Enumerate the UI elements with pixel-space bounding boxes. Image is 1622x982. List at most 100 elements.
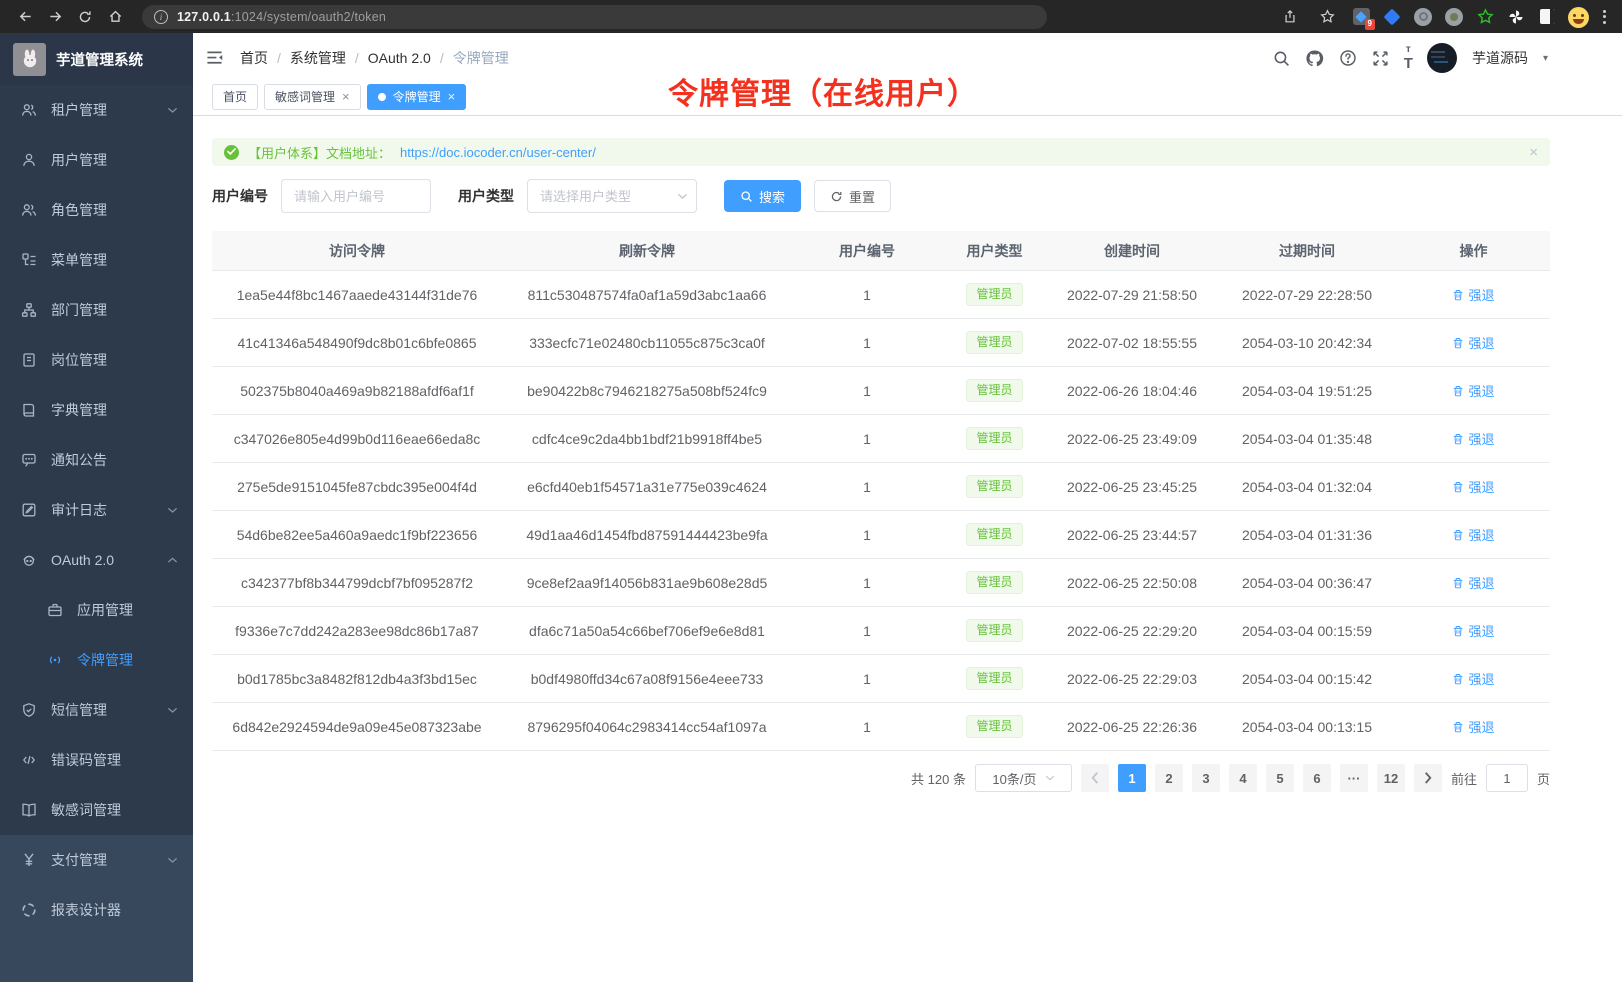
table-row: 41c41346a548490f9dc8b01c6bfe0865 333ecfc… [212, 319, 1550, 367]
force-logout-button[interactable]: 强退 [1452, 621, 1494, 640]
back-icon[interactable] [12, 4, 38, 30]
sidebar-item-announcements[interactable]: 通知公告 [0, 435, 193, 485]
page-button-2[interactable]: 2 [1155, 764, 1183, 792]
page-button-6[interactable]: 6 [1303, 764, 1331, 792]
profile-avatar-icon[interactable] [1568, 7, 1588, 27]
reset-button[interactable]: 重置 [814, 180, 891, 212]
force-logout-button[interactable]: 强退 [1452, 669, 1494, 688]
forward-icon[interactable] [42, 4, 68, 30]
col-user-id: 用户编号 [792, 241, 942, 261]
tab-token-management[interactable]: 令牌管理× [367, 84, 467, 110]
force-logout-button[interactable]: 强退 [1452, 477, 1494, 496]
extension-green-star-icon[interactable] [1475, 7, 1495, 27]
sidebar-collapse-icon[interactable] [206, 50, 223, 65]
force-logout-button[interactable]: 强退 [1452, 717, 1494, 736]
help-icon[interactable] [1339, 49, 1357, 67]
breadcrumb-current: 令牌管理 [453, 48, 509, 68]
active-tab-dot [378, 93, 386, 101]
sidebar-item-departments[interactable]: 部门管理 [0, 285, 193, 335]
audit-log-icon [21, 502, 37, 518]
reload-icon[interactable] [72, 4, 98, 30]
page-button-4[interactable]: 4 [1229, 764, 1257, 792]
extension-circle-icon[interactable] [1413, 7, 1433, 27]
page-info-icon[interactable]: i [154, 10, 168, 24]
sidebar-item-error-codes[interactable]: 错误码管理 [0, 735, 193, 785]
expire-time-cell: 2054-03-04 01:31:36 [1217, 527, 1397, 543]
created-time-cell: 2022-06-25 22:29:03 [1047, 671, 1217, 687]
extension-gem-icon[interactable] [1382, 7, 1402, 27]
more-pages-button[interactable]: ··· [1340, 764, 1368, 792]
user-type-select[interactable] [527, 179, 697, 213]
sidebar-item-oauth[interactable]: OAuth 2.0 [0, 535, 193, 585]
extension-tag-manager-icon[interactable]: 9 [1351, 7, 1371, 27]
sidebar-item-sensitive-words[interactable]: 敏感词管理 [0, 785, 193, 835]
tab-close-icon[interactable]: × [448, 90, 456, 103]
prev-page-button[interactable] [1081, 764, 1109, 792]
user-id-cell: 1 [792, 623, 942, 639]
force-logout-button[interactable]: 强退 [1452, 429, 1494, 448]
sidebar-item-dictionary[interactable]: 字典管理 [0, 385, 193, 435]
bookmark-star-icon[interactable] [1314, 4, 1340, 30]
post-icon [21, 352, 37, 368]
breadcrumb-home[interactable]: 首页 [240, 48, 268, 68]
sidebar-menu-bottom: 支付管理 报表设计器 [0, 835, 193, 982]
sidebar-item-label: 部门管理 [51, 300, 107, 320]
browser-chrome: i 127.0.0.1:1024/system/oauth2/token 9 [0, 0, 1622, 33]
browser-menu-icon[interactable] [1599, 10, 1610, 24]
refresh-token-cell: 8796295f04064c2983414cc54af1097a [502, 719, 792, 735]
sidebar-item-applications[interactable]: 应用管理 [0, 585, 193, 635]
error-code-icon [21, 752, 37, 768]
sidebar-item-report-designer[interactable]: 报表设计器 [0, 885, 193, 935]
tab-home[interactable]: 首页 [212, 84, 258, 110]
fullscreen-icon[interactable] [1372, 50, 1389, 67]
sidebar-item-menus[interactable]: 菜单管理 [0, 235, 193, 285]
search-icon[interactable] [1273, 50, 1290, 67]
next-page-button[interactable] [1414, 764, 1442, 792]
sidebar-item-posts[interactable]: 岗位管理 [0, 335, 193, 385]
force-logout-button[interactable]: 强退 [1452, 381, 1494, 400]
page-button-12[interactable]: 12 [1377, 764, 1405, 792]
font-size-icon[interactable]: тT [1404, 44, 1412, 72]
page-button-5[interactable]: 5 [1266, 764, 1294, 792]
app-logo-row[interactable]: 芋道管理系统 [0, 33, 193, 85]
expire-time-cell: 2054-03-04 00:13:15 [1217, 719, 1397, 735]
url-bar[interactable]: i 127.0.0.1:1024/system/oauth2/token [142, 5, 1047, 29]
sidebar-item-audit-log[interactable]: 审计日志 [0, 485, 193, 535]
user-id-input[interactable] [281, 179, 431, 213]
page-button-3[interactable]: 3 [1192, 764, 1220, 792]
username-label[interactable]: 芋道源码 [1472, 48, 1528, 68]
share-icon[interactable] [1277, 4, 1303, 30]
sidebar-item-payment[interactable]: 支付管理 [0, 835, 193, 885]
goto-page-input[interactable] [1486, 764, 1528, 792]
alert-close-icon[interactable]: × [1529, 144, 1538, 161]
success-check-icon [224, 145, 239, 160]
github-icon[interactable] [1305, 49, 1324, 68]
delete-icon [1452, 385, 1464, 397]
force-logout-button[interactable]: 强退 [1452, 525, 1494, 544]
tab-sensitive-words[interactable]: 敏感词管理× [264, 84, 361, 110]
extension-pinwheel-icon[interactable] [1506, 7, 1526, 27]
page-button-1[interactable]: 1 [1118, 764, 1146, 792]
breadcrumb-oauth[interactable]: OAuth 2.0 [368, 50, 431, 66]
table-row: 54d6be82ee5a460a9aedc1f9bf223656 49d1aa4… [212, 511, 1550, 559]
force-logout-button[interactable]: 强退 [1452, 573, 1494, 592]
page-size-select[interactable]: 10条/页 [975, 764, 1072, 792]
sidebar-item-tokens[interactable]: 令牌管理 [0, 635, 193, 685]
sidebar-item-roles[interactable]: 角色管理 [0, 185, 193, 235]
user-type-badge: 管理员 [966, 523, 1022, 547]
force-logout-button[interactable]: 强退 [1452, 333, 1494, 352]
user-avatar[interactable] [1427, 43, 1457, 73]
home-icon[interactable] [102, 4, 128, 30]
breadcrumb-system[interactable]: 系统管理 [290, 48, 346, 68]
extension-dot-circle-icon[interactable] [1444, 7, 1464, 27]
tab-close-icon[interactable]: × [342, 90, 350, 103]
force-logout-button[interactable]: 强退 [1452, 285, 1494, 304]
sidebar-item-users[interactable]: 用户管理 [0, 135, 193, 185]
search-button[interactable]: 搜索 [724, 180, 801, 212]
alert-doc-link[interactable]: https://doc.iocoder.cn/user-center/ [400, 145, 596, 160]
user-menu-caret-icon[interactable]: ▾ [1543, 53, 1548, 64]
sidebar-item-tenant[interactable]: 租户管理 [0, 85, 193, 135]
extension-sidebar-icon[interactable] [1537, 7, 1557, 27]
col-user-type: 用户类型 [942, 241, 1047, 261]
sidebar-item-sms[interactable]: 短信管理 [0, 685, 193, 735]
